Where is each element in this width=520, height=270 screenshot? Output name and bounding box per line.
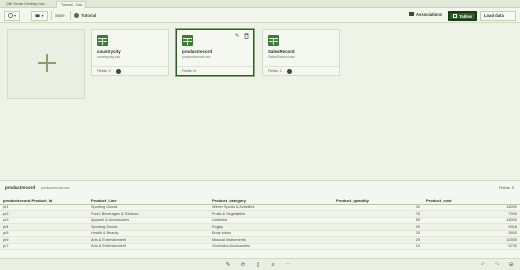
trash-icon[interactable]: ▯: [255, 262, 261, 268]
chevron-down-icon: ▾: [41, 12, 44, 18]
chevron-down-icon: ▾: [14, 12, 17, 18]
browser-tabstrip: Qlik Sense Desktop hub Tutorial - Dat...: [0, 0, 520, 8]
column-header[interactable]: Product_quantity: [333, 197, 423, 205]
data-manager-icon: [35, 13, 40, 17]
card-fields-count: Fields: 2: [268, 69, 282, 73]
table-cell: 6700: [423, 243, 520, 250]
associations-label: Associations: [416, 11, 443, 17]
table-card-productrecord[interactable]: ✎ productrecord productrecord.csv Fields…: [176, 29, 254, 76]
column-header[interactable]: productrecord.Product_Id: [0, 197, 88, 205]
associations-button[interactable]: Associations: [406, 11, 446, 21]
globe-icon: [287, 68, 292, 74]
table-icon: [268, 35, 279, 46]
redo-icon[interactable]: ↷: [494, 262, 500, 268]
card-filename: countrycity.csv: [97, 55, 121, 59]
table-preview-panel: productrecord productrecord.csv Fields: …: [0, 180, 520, 258]
refresh-icon[interactable]: ⟳: [240, 262, 246, 268]
card-filename: productrecord.csv: [182, 55, 211, 59]
app-name: Tutorial: [81, 12, 97, 18]
toolbar-divider: [70, 11, 71, 20]
column-header[interactable]: Product_Line: [88, 197, 209, 205]
plus-icon: [38, 54, 56, 72]
table-cell: Arts & Entertainment: [88, 243, 209, 250]
tables-label: Tables: [459, 13, 473, 19]
trash-icon[interactable]: [244, 33, 249, 39]
card-footer: Fields: 2: [263, 66, 339, 75]
more-icon[interactable]: ⋯: [285, 262, 291, 268]
tables-icon: [453, 14, 457, 19]
data-manager-canvas: countrycity countrycity.csv Fields: 2 ✎ …: [0, 24, 520, 180]
table-icon: [97, 35, 108, 46]
load-data-button[interactable]: Load data: [480, 10, 516, 21]
table-cell: pr7: [0, 243, 88, 250]
column-header[interactable]: Product_category: [209, 197, 333, 205]
list-icon[interactable]: ≡: [270, 262, 276, 268]
table-row: pr7 Arts & Entertainment Orchestra Acces…: [0, 243, 520, 250]
toolbar-divider: [51, 11, 52, 20]
navigation-menu-button[interactable]: ▾: [4, 10, 20, 21]
associations-icon: [409, 12, 414, 17]
preview-fields-count: Fields: 5: [498, 185, 514, 190]
globe-icon: [116, 68, 121, 74]
table-card-salesrecord[interactable]: SalesRecord SalesRecord.csv Fields: 2: [262, 29, 340, 76]
tables-button[interactable]: Tables: [448, 10, 477, 21]
card-filename: SalesRecord.csv: [268, 55, 295, 59]
table-icon: [182, 35, 193, 46]
undo-icon[interactable]: ↶: [480, 262, 486, 268]
browser-tab-hub[interactable]: Qlik Sense Desktop hub: [2, 1, 54, 8]
card-title: countrycity: [97, 49, 121, 54]
card-title: SalesRecord: [268, 49, 295, 54]
column-header[interactable]: Product_cost: [423, 197, 520, 205]
app-icon: [74, 12, 79, 18]
table-header-row: productrecord.Product_Id Product_Line Pr…: [0, 197, 520, 205]
app-toolbar: ▾ ▾ Save Tutorial Associations Tables Lo…: [0, 8, 520, 23]
preview-table: productrecord.Product_Id Product_Line Pr…: [0, 197, 520, 250]
add-data-card[interactable]: [7, 29, 85, 99]
card-fields-count: Fields: 2: [97, 69, 111, 73]
card-title: productrecord: [182, 49, 213, 54]
card-footer: Fields: 2: [92, 66, 168, 75]
edit-pencil-icon[interactable]: ✎: [225, 262, 231, 268]
card-footer: Fields: 6: [177, 66, 253, 75]
preview-header: productrecord productrecord.csv Fields: …: [0, 181, 520, 193]
compass-icon: [8, 13, 13, 18]
edit-pencil-icon[interactable]: ✎: [235, 33, 241, 39]
table-cell: Orchestra Accessories: [209, 243, 333, 250]
collapse-preview-icon[interactable]: ⊖: [508, 262, 514, 268]
table-cell: 10: [333, 243, 423, 250]
browser-tab-tutorial[interactable]: Tutorial - Dat...: [56, 1, 86, 8]
save-button[interactable]: Save: [55, 11, 65, 21]
card-fields-count: Fields: 6: [182, 69, 196, 73]
app-title: Tutorial: [74, 11, 96, 21]
data-menu-button[interactable]: ▾: [31, 10, 48, 21]
preview-file-name: productrecord.csv: [41, 185, 70, 190]
bottom-toolbar: ✎ ⟳ ▯ ≡ ⋯ ↶ ↷ ⊖: [0, 258, 520, 270]
preview-table-name: productrecord: [5, 185, 36, 190]
table-card-countrycity[interactable]: countrycity countrycity.csv Fields: 2: [91, 29, 169, 76]
